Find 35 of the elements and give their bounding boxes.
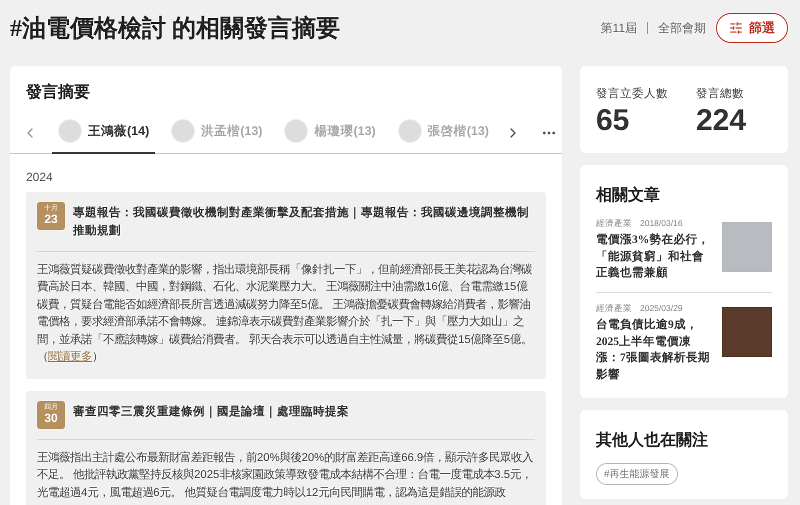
section-title: 發言摘要 bbox=[24, 82, 91, 103]
entry-title: 審查四零三震災重建條例｜國是論壇｜處理臨時提案 bbox=[73, 404, 349, 420]
stat-label: 發言總數 bbox=[696, 86, 745, 101]
article-category: 經濟產業 bbox=[596, 218, 632, 230]
entry-title: 專題報告：我國碳費徵收機制對產業衝擊及配套措施｜專題報告：我國碳邊境調整機制推動規劃 bbox=[73, 205, 530, 240]
avatar bbox=[398, 119, 422, 143]
article-title[interactable]: 電價漲3%勢在必行，「能源貧窮」和社會正義也需兼顧 bbox=[596, 232, 714, 282]
stat-value: 224 bbox=[696, 103, 746, 139]
photo-placeholder bbox=[722, 307, 772, 358]
filter-button[interactable]: 篩選 bbox=[716, 13, 788, 43]
article-date: 2018/03/16 bbox=[640, 218, 683, 230]
avatar bbox=[284, 119, 308, 143]
stat-value: 65 bbox=[596, 103, 630, 139]
section-title: 其他人也在關注 bbox=[596, 430, 709, 451]
entry-text: 王鴻薇指出主計處公布最新財富差距報告，前20%與後20%的財富差距高達66.9倍，顯示許多民眾收入不足。 他批評執政黨堅持反核與2025非核家園政策導致發電成本結構不合理：台電一度電成本3.5元，光電超過4元，風電超過6元。 他質疑台電調度電力時以12元向民間購電，認為這是錯誤的能源政 bbox=[37, 450, 534, 501]
avatar bbox=[58, 119, 82, 143]
article-title[interactable]: 台電負債比逾9成，2025上半年電價凍漲：7張圖表解析長期影響 bbox=[596, 317, 714, 384]
section-title: 相關文章 bbox=[596, 185, 661, 206]
article-date: 2025/03/29 bbox=[640, 303, 683, 316]
legislator-tab[interactable]: 洪孟楷(13) bbox=[165, 113, 268, 154]
topic-tag[interactable]: #再生能源發展 bbox=[596, 462, 678, 485]
legislator-tab[interactable]: 王鴻薇(14) bbox=[52, 113, 156, 154]
read-more-link[interactable]: 閱讀更多 bbox=[48, 351, 92, 364]
session-label: 全部會期 bbox=[658, 20, 706, 36]
year-label: 2024 bbox=[26, 170, 54, 184]
article-category: 經濟產業 bbox=[596, 303, 632, 316]
photo-placeholder bbox=[722, 222, 772, 272]
page-title: #油電價格檢討 的相關發言摘要 bbox=[10, 14, 340, 44]
term-label: 第11屆 bbox=[600, 20, 637, 36]
stat-label: 發言立委人數 bbox=[596, 86, 668, 101]
legislator-tab[interactable]: 張啓楷(13) bbox=[392, 113, 495, 154]
avatar bbox=[171, 119, 196, 143]
entry-text: 王鴻薇質疑碳費徵收對產業的影響，指出環境部長稱「像針扎一下」，但前經濟部長王美花認為台灣碳費高於日本、韓國、中國，對鋼鐵、石化、水泥業壓力大。 王鴻薇關注中油需繳16億、台電需繳15億碳費，質疑台電能否如經濟部長所言透過減碳努力降至5億。 王鴻薇擔憂碳費會轉嫁給消費者，影響油電價格，要求經濟部承諾不會轉嫁。 連錦漳表示碳費對產業影響介於「扎一下」與「壓力大如山」之間，並承諾「不應該轉嫁」碳費給消費者。 郭天合表示可以透過自主性減量，將碳費從15億降至5億。 （閱讀更多） bbox=[37, 262, 533, 366]
legislator-tab[interactable]: 楊瓊瓔(13) bbox=[278, 113, 382, 154]
sliders-icon bbox=[729, 21, 743, 35]
